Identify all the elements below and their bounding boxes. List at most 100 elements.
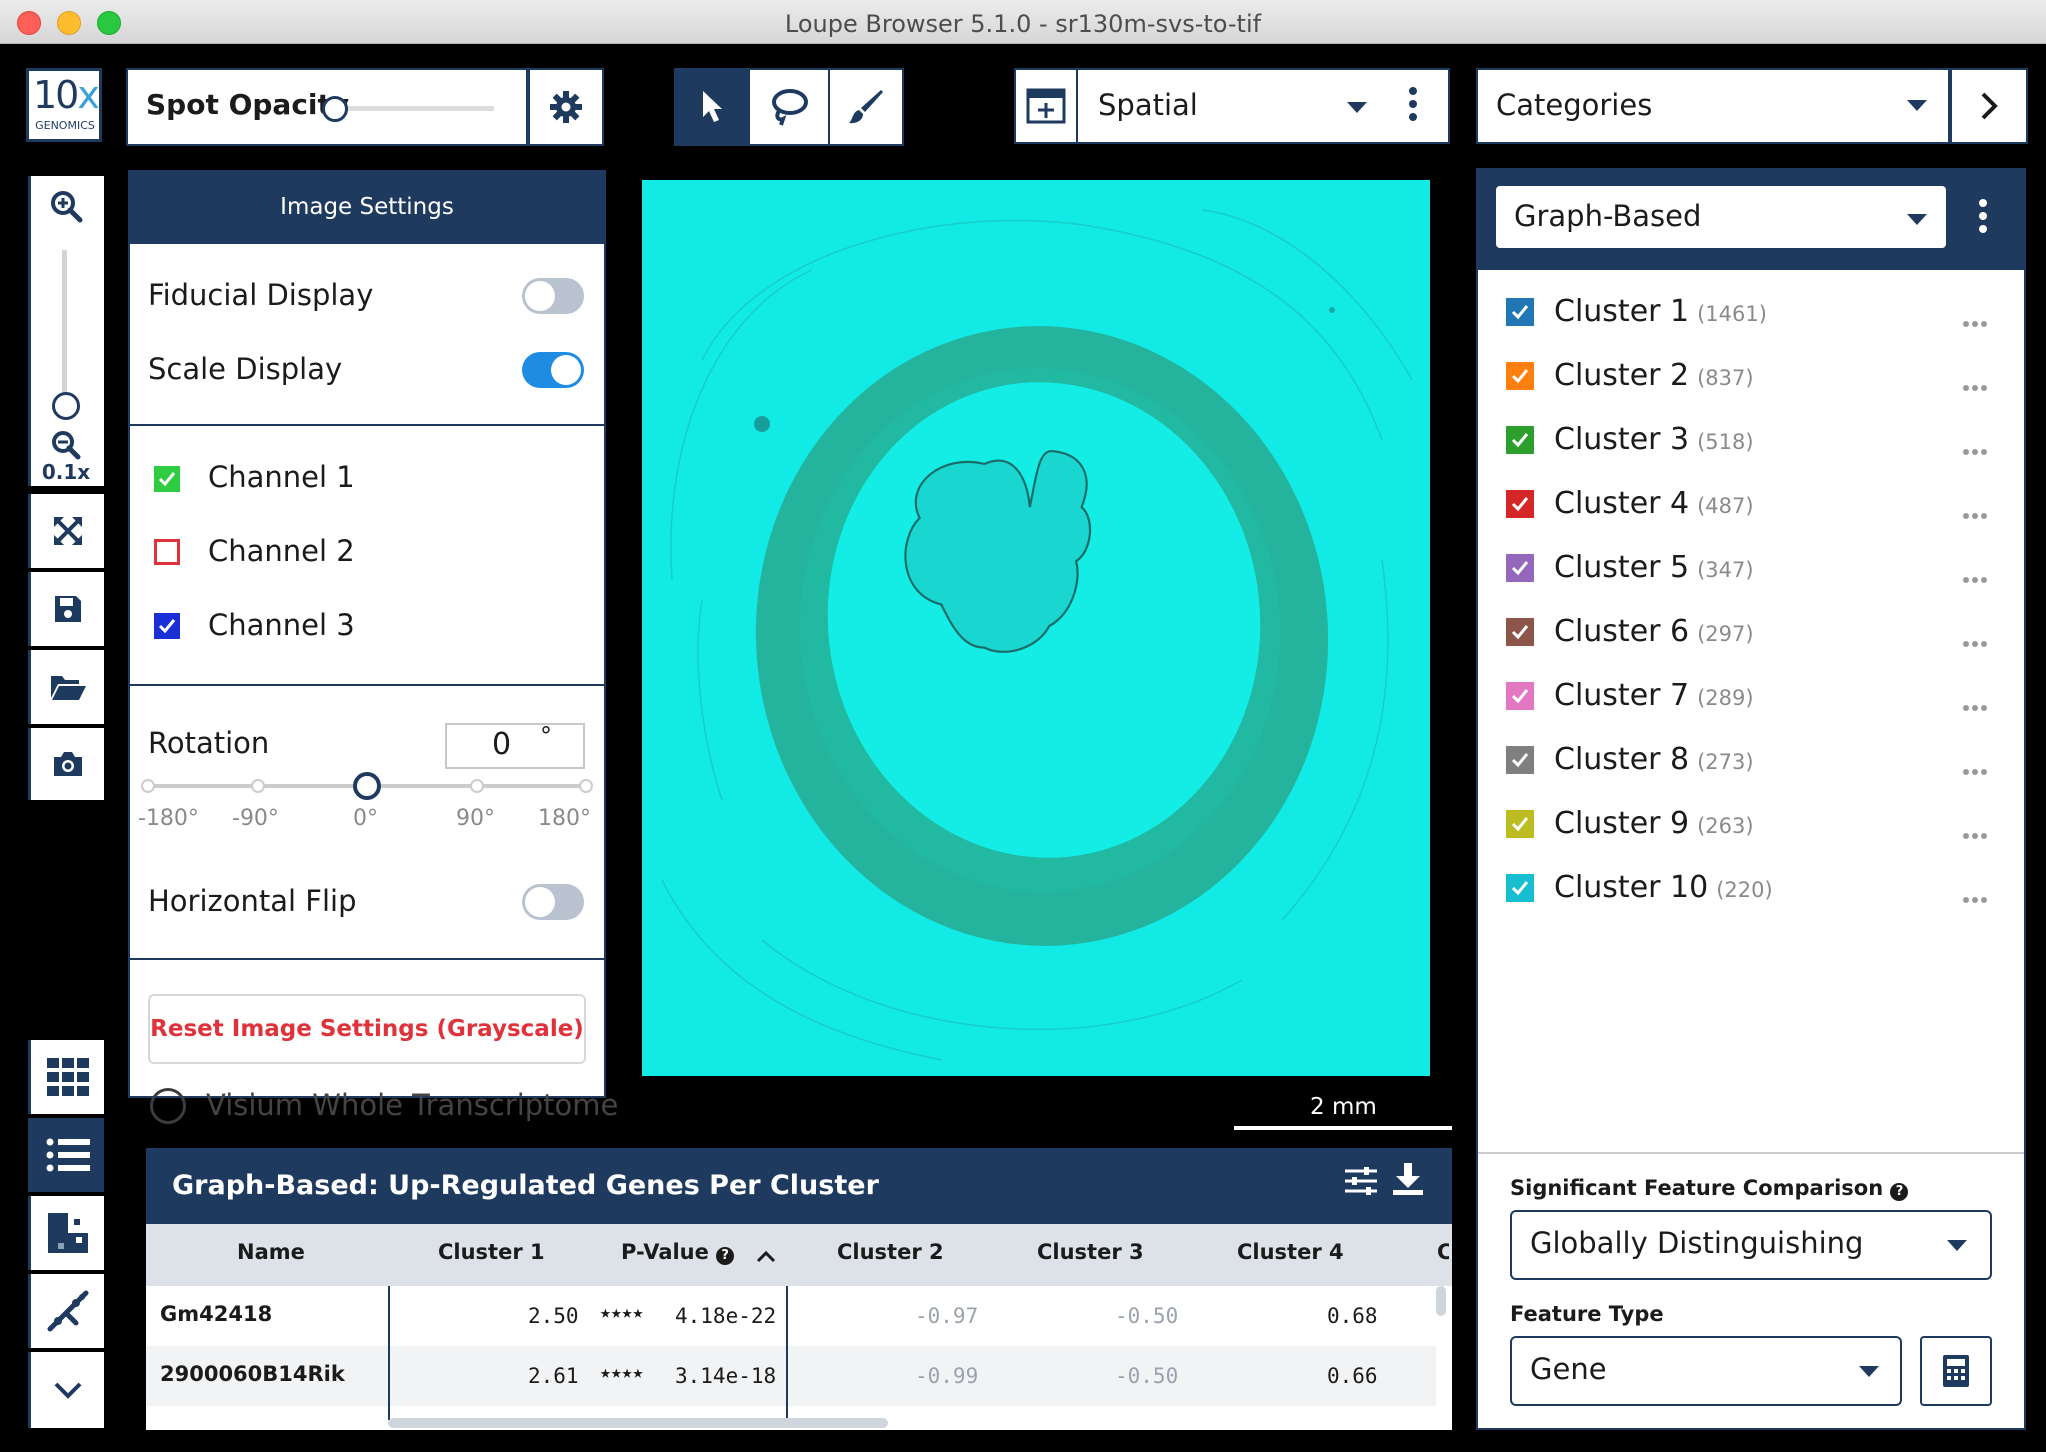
clustering-more-icon[interactable]	[1978, 198, 1988, 238]
lasso-tool-button[interactable]	[752, 70, 826, 144]
more-views-button[interactable]	[28, 1352, 104, 1428]
grid-view-button[interactable]	[28, 1040, 104, 1114]
chevron-right-icon	[1981, 92, 1998, 120]
caret-down-icon[interactable]	[1858, 1364, 1880, 1383]
cluster-row[interactable]: Cluster 1 (1461)	[1506, 288, 2006, 338]
table-horizontal-scrollbar[interactable]	[388, 1418, 888, 1428]
column-cluster-2[interactable]: Cluster 2	[837, 1240, 944, 1264]
zoom-slider-handle[interactable]	[52, 392, 80, 420]
table-vertical-scrollbar[interactable]	[1436, 1286, 1446, 1316]
help-icon[interactable]: ?	[716, 1247, 735, 1265]
list-icon	[46, 1138, 90, 1172]
channel-3-checkbox[interactable]	[154, 613, 180, 639]
add-view-button[interactable]	[1016, 70, 1078, 142]
rotation-slider-handle[interactable]	[353, 772, 381, 800]
cluster-more-icon[interactable]	[1962, 306, 1988, 334]
logo-main: 10	[33, 73, 79, 117]
caret-down-icon[interactable]	[1906, 98, 1928, 117]
view-selector[interactable]	[1014, 68, 1450, 144]
feature-comparison-label: Significant Feature Comparison ?	[1510, 1176, 1909, 1201]
channel-2-checkbox[interactable]	[154, 539, 180, 565]
cluster-more-icon[interactable]	[1962, 690, 1988, 718]
check-icon	[1511, 433, 1529, 448]
cluster-more-icon[interactable]	[1962, 498, 1988, 526]
cluster-checkbox[interactable]	[1506, 874, 1534, 902]
view-more-icon[interactable]	[1408, 86, 1418, 126]
cluster-name-text: Cluster 10	[1554, 870, 1709, 905]
cluster-more-icon[interactable]	[1962, 882, 1988, 910]
cluster-row[interactable]: Cluster 8 (273)	[1506, 736, 2006, 786]
caret-down-icon[interactable]	[1946, 1238, 1968, 1257]
download-icon[interactable]	[1392, 1162, 1424, 1200]
cluster-checkbox[interactable]	[1506, 746, 1534, 774]
sort-ascending-icon[interactable]	[756, 1248, 776, 1267]
zoom-in-icon[interactable]	[48, 188, 84, 224]
table-row-gene-name[interactable]: 2900060B14Rik	[160, 1362, 345, 1386]
screenshot-button[interactable]	[28, 728, 104, 800]
open-folder-button[interactable]	[28, 650, 104, 724]
cluster-checkbox[interactable]	[1506, 682, 1534, 710]
pointer-tool-button[interactable]	[676, 70, 750, 144]
fit-view-button[interactable]	[28, 494, 104, 568]
zoom-slider-track[interactable]	[62, 250, 67, 405]
cluster-checkbox[interactable]	[1506, 298, 1534, 326]
spot-opacity-handle[interactable]	[322, 96, 348, 122]
list-view-button[interactable]	[28, 1118, 104, 1192]
spot-opacity-track[interactable]	[330, 106, 494, 111]
cluster-checkbox[interactable]	[1506, 426, 1534, 454]
cluster-row[interactable]: Cluster 10 (220)	[1506, 864, 2006, 914]
cluster-more-icon[interactable]	[1962, 626, 1988, 654]
rotation-input[interactable]	[445, 723, 585, 769]
help-icon[interactable]: ?	[1890, 1183, 1909, 1201]
cluster-checkbox[interactable]	[1506, 810, 1534, 838]
collapse-panel-button[interactable]	[1950, 68, 2028, 144]
column-cluster-3[interactable]: Cluster 3	[1037, 1240, 1144, 1264]
filter-settings-icon[interactable]	[1344, 1166, 1378, 1200]
scale-display-toggle[interactable]	[522, 352, 584, 388]
cluster-row[interactable]: Cluster 9 (263)	[1506, 800, 2006, 850]
cluster-row[interactable]: Cluster 3 (518)	[1506, 416, 2006, 466]
caret-down-icon[interactable]	[1906, 212, 1928, 231]
column-name[interactable]: Name	[237, 1240, 305, 1264]
caret-down-icon[interactable]	[1346, 100, 1368, 119]
cluster-checkbox[interactable]	[1506, 490, 1534, 518]
zoom-out-icon[interactable]	[48, 430, 84, 460]
feature-type-value: Gene	[1530, 1352, 1607, 1386]
check-icon	[1511, 497, 1529, 512]
cluster-row[interactable]: Cluster 5 (347)	[1506, 544, 2006, 594]
cluster-checkbox[interactable]	[1506, 554, 1534, 582]
fiducial-display-toggle[interactable]	[522, 278, 584, 314]
cluster-row[interactable]: Cluster 4 (487)	[1506, 480, 2006, 530]
calculator-button[interactable]	[1920, 1336, 1992, 1406]
horizontal-flip-toggle[interactable]	[522, 884, 584, 920]
column-cluster-1[interactable]: Cluster 1	[438, 1240, 545, 1264]
title-bar: Loupe Browser 5.1.0 - sr130m-svs-to-tif	[0, 0, 2046, 44]
cluster-more-icon[interactable]	[1962, 370, 1988, 398]
table-row-gene-name[interactable]: Gm42418	[160, 1302, 272, 1326]
column-cluster-4[interactable]: Cluster 4	[1237, 1240, 1344, 1264]
cluster-more-icon[interactable]	[1962, 562, 1988, 590]
cluster-more-icon[interactable]	[1962, 754, 1988, 782]
tissue-image[interactable]	[642, 180, 1430, 1076]
cluster-name: Cluster 6 (297)	[1554, 614, 1754, 649]
brush-tool-button[interactable]	[828, 70, 902, 144]
column-p-value[interactable]: P-Value ?	[621, 1240, 735, 1265]
cluster-more-icon[interactable]	[1962, 434, 1988, 462]
column-separator	[786, 1286, 788, 1420]
cluster-row[interactable]: Cluster 7 (289)	[1506, 672, 2006, 722]
trajectory-view-button[interactable]	[28, 1274, 104, 1348]
cluster-checkbox[interactable]	[1506, 362, 1534, 390]
save-button[interactable]	[28, 572, 104, 646]
image-settings-title: Image Settings	[128, 170, 606, 244]
check-icon	[1511, 369, 1529, 384]
cluster-row[interactable]: Cluster 6 (297)	[1506, 608, 2006, 658]
heatmap-view-button[interactable]	[28, 1196, 104, 1270]
column-cluster-5[interactable]: C	[1437, 1240, 1449, 1264]
reset-image-settings-button[interactable]: Reset Image Settings (Grayscale)	[148, 994, 586, 1064]
image-settings-button[interactable]	[528, 68, 604, 146]
categories-selected-label: Categories	[1496, 88, 1653, 122]
cluster-checkbox[interactable]	[1506, 618, 1534, 646]
channel-1-checkbox[interactable]	[154, 466, 180, 492]
cluster-row[interactable]: Cluster 2 (837)	[1506, 352, 2006, 402]
cluster-more-icon[interactable]	[1962, 818, 1988, 846]
